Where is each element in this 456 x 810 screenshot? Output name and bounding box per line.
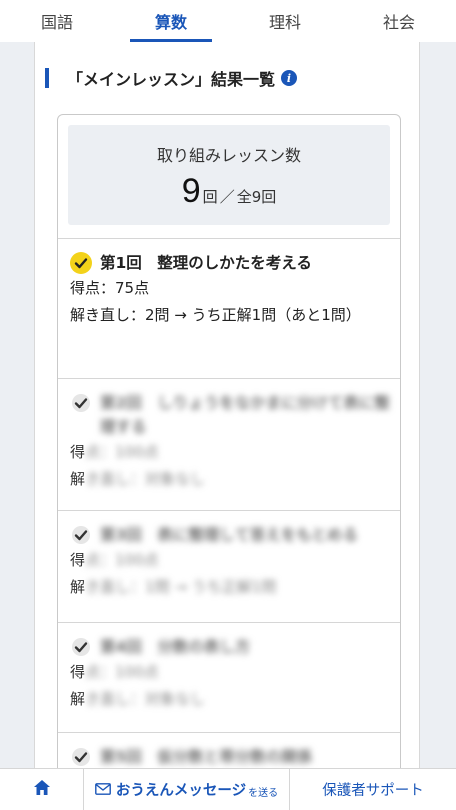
lesson-review: 解き直し：対象なし (70, 686, 390, 713)
score-blurred: 点：100点 (85, 663, 159, 681)
lesson-review: 解き直し：1問 → うち正解1問 (70, 574, 390, 601)
section-header: 「メインレッスン」結果一覧 i (45, 66, 298, 90)
lesson-count-unit: 回 (202, 188, 218, 206)
lesson-count-box: 取り組みレッスン数 9 回 ／ 全9回 (68, 125, 390, 225)
review-blurred: き直し：1問 → うち正解1問 (85, 578, 277, 596)
lesson-title: 第4回 分数の表し方 (100, 638, 251, 656)
lesson-title: 第2回 しりょうをなかまに分けて表に整理する (100, 394, 390, 436)
results-list: 取り組みレッスン数 9 回 ／ 全9回 第1回 整理のしかたを考える 得点：75… (57, 114, 401, 768)
section-title: 「メインレッスン」結果一覧 (67, 70, 276, 89)
score-blurred: 点：100点 (85, 443, 159, 461)
score-prefix: 得 (70, 551, 86, 569)
score-prefix: 得 (70, 663, 86, 681)
bottom-nav: おうえんメッセージ を送る 保護者サポート (0, 768, 456, 810)
check-icon (70, 636, 92, 658)
check-icon (70, 252, 92, 274)
score-blurred: 点：100点 (85, 551, 159, 569)
home-button[interactable] (0, 768, 84, 810)
mail-icon (94, 780, 111, 799)
info-icon[interactable]: i (281, 70, 298, 86)
review-prefix: 解 (70, 470, 86, 488)
lesson-item[interactable]: 第5回 仮分数と帯分数の関係 (58, 733, 400, 768)
score-prefix: 得 (70, 443, 86, 461)
check-icon (70, 392, 92, 414)
right-gutter (420, 42, 456, 768)
lesson-item[interactable]: 第3回 表に整理して答えをもとめる 得点：100点 解き直し：1問 → うち正解… (58, 511, 400, 623)
lesson-item[interactable]: 第2回 しりょうをなかまに分けて表に整理する 得点：100点 解き直し：対象なし (58, 379, 400, 511)
review-prefix: 解 (70, 578, 86, 596)
lesson-item[interactable]: 第4回 分数の表し方 得点：100点 解き直し：対象なし (58, 623, 400, 733)
tab-math[interactable]: 算数 (114, 0, 228, 42)
lesson-score: 得点：100点 (70, 439, 390, 466)
lesson-count-total: 全9回 (236, 188, 277, 206)
lesson-count-value: 9 回 ／ 全9回 (182, 174, 277, 208)
lesson-title: 第1回 整理のしかたを考える (100, 254, 312, 272)
tab-science[interactable]: 理科 (228, 0, 342, 42)
check-icon (70, 746, 92, 768)
cheer-message-button[interactable]: おうえんメッセージ を送る (84, 768, 290, 810)
lesson-count-summary: 取り組みレッスン数 9 回 ／ 全9回 (58, 115, 400, 239)
review-blurred: き直し：対象なし (85, 690, 206, 708)
review-prefix: 解 (70, 690, 86, 708)
home-icon (33, 779, 51, 800)
parent-support-link[interactable]: 保護者サポート (290, 769, 456, 810)
lesson-review: 解き直し：対象なし (70, 466, 390, 493)
lesson-count-label: 取り組みレッスン数 (156, 146, 301, 165)
lesson-score: 得点：100点 (70, 547, 390, 574)
content-panel: 「メインレッスン」結果一覧 i 取り組みレッスン数 9 回 ／ 全9回 第1回 … (34, 42, 420, 768)
lesson-review: 解き直し：2問 → うち正解1問（あと1問） (70, 306, 361, 324)
subject-tabs: 国語 算数 理科 社会 (0, 0, 456, 42)
tab-japanese[interactable]: 国語 (0, 0, 114, 42)
lesson-count-separator: ／ (219, 188, 235, 206)
section-accent-bar (45, 68, 49, 88)
tab-social[interactable]: 社会 (342, 0, 456, 42)
lesson-count-done: 9 (181, 172, 201, 210)
lesson-title: 第3回 表に整理して答えをもとめる (100, 526, 359, 544)
review-blurred: き直し：対象なし (85, 470, 206, 488)
left-gutter (0, 42, 34, 768)
lesson-score: 得点：75点 (70, 279, 150, 297)
lesson-item[interactable]: 第1回 整理のしかたを考える 得点：75点 解き直し：2問 → うち正解1問（あ… (58, 239, 400, 379)
lesson-score: 得点：100点 (70, 659, 390, 686)
check-icon (70, 524, 92, 546)
cheer-message-suffix: を送る (248, 788, 279, 799)
cheer-message-label: おうえんメッセージ (115, 783, 247, 799)
lesson-title: 第5回 仮分数と帯分数の関係 (100, 748, 313, 766)
